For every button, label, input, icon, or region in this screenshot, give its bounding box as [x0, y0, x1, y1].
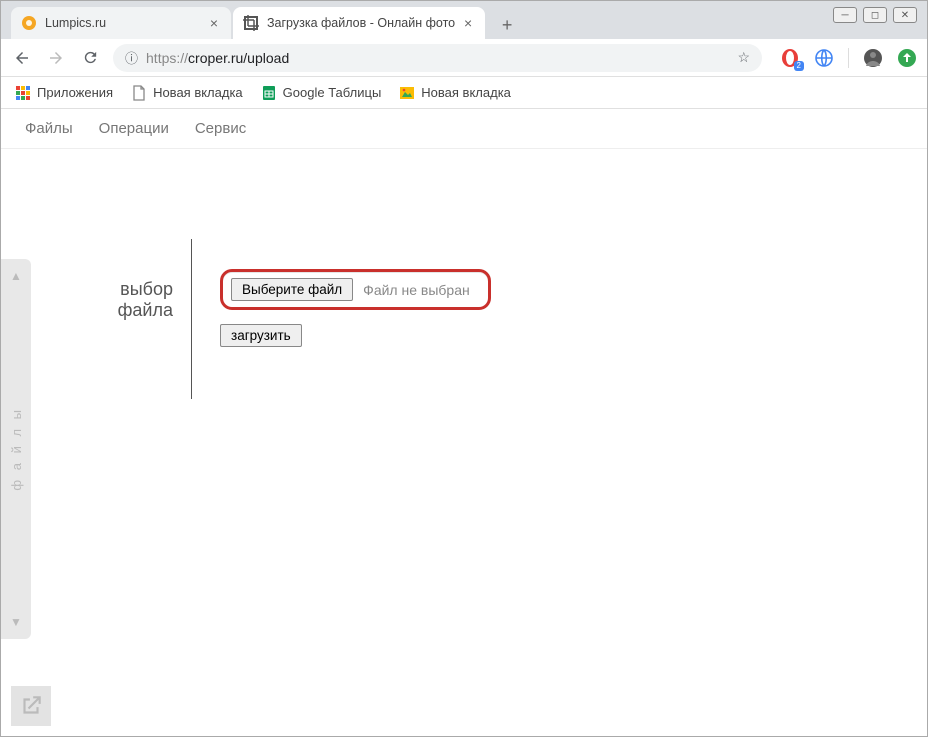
file-input-group: Выберите файл Файл не выбран: [220, 269, 491, 310]
bookmark-newtab-1[interactable]: Новая вкладка: [131, 85, 243, 101]
browser-toolbar: ⓘ https://croper.ru/upload ☆ 2: [1, 39, 927, 77]
bookmark-label: Новая вкладка: [153, 85, 243, 100]
bookmark-newtab-2[interactable]: Новая вкладка: [399, 85, 511, 101]
tab-strip: Lumpics.ru × Загрузка файлов - Онлайн фо…: [1, 1, 927, 39]
content-area: ▲ ф а й л ы ▼ выбор файла Выберите файл …: [1, 149, 927, 736]
profile-avatar[interactable]: [863, 48, 883, 68]
apps-icon: [15, 85, 31, 101]
sheets-icon: [261, 85, 277, 101]
browser-tab-croper[interactable]: Загрузка файлов - Онлайн фото ×: [233, 7, 485, 39]
bookmark-label: Приложения: [37, 85, 113, 100]
file-status-text: Файл не выбран: [363, 282, 480, 298]
window-controls: ─ ◻ ✕: [833, 7, 917, 23]
menu-service[interactable]: Сервис: [195, 120, 246, 137]
browser-tab-lumpics[interactable]: Lumpics.ru ×: [11, 7, 231, 39]
close-tab-icon[interactable]: ×: [461, 16, 475, 30]
app-menubar: Файлы Операции Сервис: [1, 109, 927, 149]
favicon-icon: [243, 15, 259, 31]
menu-files[interactable]: Файлы: [25, 120, 73, 137]
bookmark-star-icon[interactable]: ☆: [737, 49, 750, 66]
upload-panel: выбор файла Выберите файл Файл не выбран…: [71, 239, 491, 399]
menu-operations[interactable]: Операции: [99, 120, 169, 137]
bookmarks-bar: Приложения Новая вкладка Google Таблицы …: [1, 77, 927, 109]
back-button[interactable]: [11, 47, 33, 69]
close-tab-icon[interactable]: ×: [207, 16, 221, 30]
section-body: Выберите файл Файл не выбран загрузить: [192, 239, 491, 347]
image-icon: [399, 85, 415, 101]
extension-icons: 2: [780, 48, 917, 68]
bookmark-google-sheets[interactable]: Google Таблицы: [261, 85, 382, 101]
tab-title: Загрузка файлов - Онлайн фото: [267, 16, 455, 30]
external-link-icon[interactable]: [11, 686, 51, 726]
minimize-button[interactable]: ─: [833, 7, 857, 23]
separator: [848, 48, 849, 68]
chevron-up-icon: ▲: [10, 269, 22, 283]
bookmark-label: Новая вкладка: [421, 85, 511, 100]
reload-button[interactable]: [79, 47, 101, 69]
page-icon: [131, 85, 147, 101]
bookmark-apps[interactable]: Приложения: [15, 85, 113, 101]
url-text: https://croper.ru/upload: [146, 50, 729, 66]
extension-globe-icon[interactable]: [814, 48, 834, 68]
forward-button[interactable]: [45, 47, 67, 69]
section-title: выбор файла: [71, 239, 191, 320]
address-bar[interactable]: ⓘ https://croper.ru/upload ☆: [113, 44, 762, 72]
sidebar-label: ф а й л ы: [9, 407, 24, 491]
extension-badge: 2: [794, 61, 804, 71]
tab-title: Lumpics.ru: [45, 16, 201, 30]
sidebar-files-tab[interactable]: ▲ ф а й л ы ▼: [1, 259, 31, 639]
site-info-icon[interactable]: ⓘ: [125, 48, 138, 67]
extension-upload-icon[interactable]: [897, 48, 917, 68]
favicon-icon: [21, 15, 37, 31]
bookmark-label: Google Таблицы: [283, 85, 382, 100]
new-tab-button[interactable]: +: [493, 11, 521, 39]
upload-button[interactable]: загрузить: [220, 324, 302, 347]
close-window-button[interactable]: ✕: [893, 7, 917, 23]
choose-file-button[interactable]: Выберите файл: [231, 278, 353, 301]
maximize-button[interactable]: ◻: [863, 7, 887, 23]
chevron-down-icon: ▼: [10, 615, 22, 629]
extension-opera-icon[interactable]: 2: [780, 48, 800, 68]
